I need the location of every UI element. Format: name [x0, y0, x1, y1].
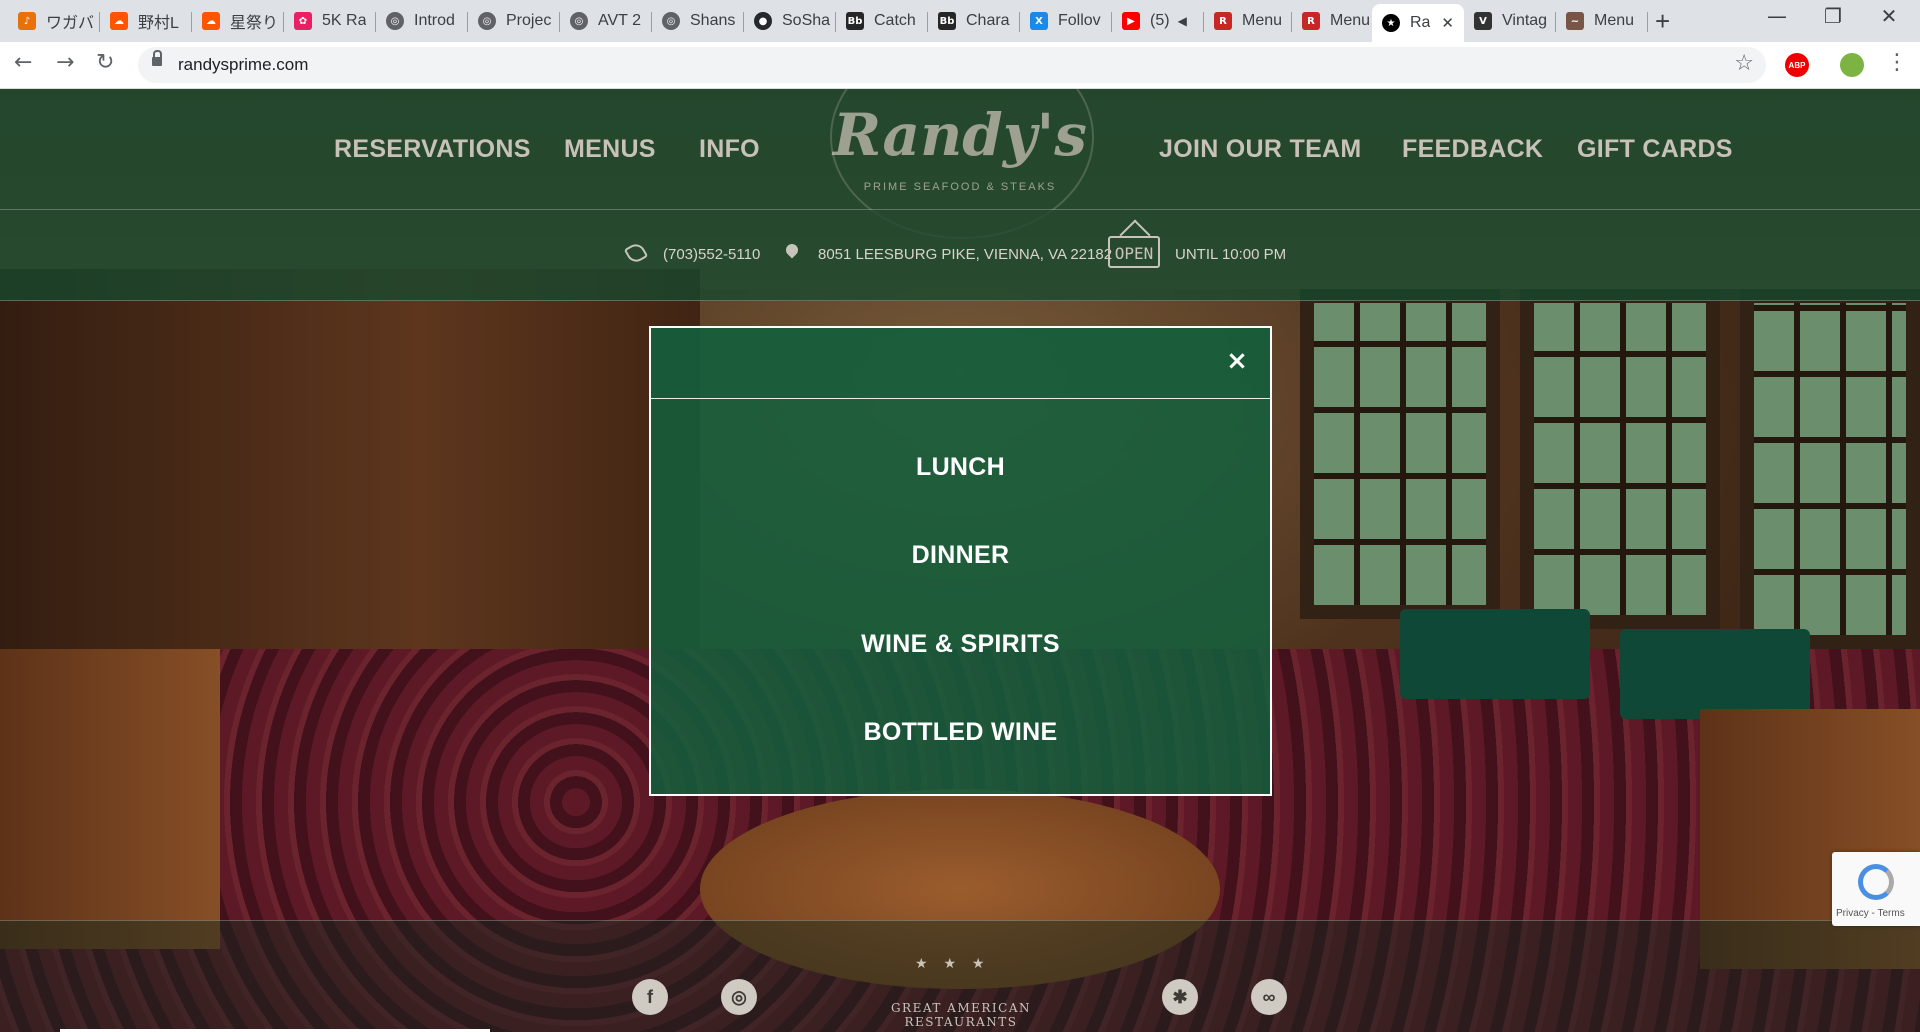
page: RESERVATIONS MENUS INFO Randy's PRIME SE…: [0, 89, 1920, 1032]
open-sign-icon: OPEN: [1108, 236, 1160, 268]
recaptcha-icon: [1858, 864, 1894, 900]
browser-tab[interactable]: X Follov: [1020, 4, 1112, 38]
address[interactable]: 8051 LEESBURG PIKE, VIENNA, VA 22182: [818, 246, 1112, 263]
browser-tab[interactable]: Bb Chara: [928, 4, 1020, 38]
github-icon: ●: [754, 12, 772, 30]
browser-tab[interactable]: ◎ Projec: [468, 4, 560, 38]
browser-tab[interactable]: ☁ 野村L: [100, 4, 192, 38]
info-bar: (703)552-5110 8051 LEESBURG PIKE, VIENNA…: [0, 210, 1920, 301]
browser-tabstrip: ♪ ワガバ ☁ 野村L ☁ 星祭り ✿ 5K Ra ◎ Introd ◎ Projec ◎ A…: [0, 0, 1920, 42]
new-tab-icon[interactable]: +: [1655, 6, 1670, 37]
facebook-icon[interactable]: f: [632, 979, 668, 1015]
maximize-icon[interactable]: ❐: [1808, 4, 1858, 28]
frog-extension-icon[interactable]: [1840, 53, 1864, 77]
reload-icon[interactable]: ↻: [96, 50, 114, 75]
menu-link-wine-spirits[interactable]: WINE & SPIRITS: [651, 630, 1270, 659]
nav-join-our-team[interactable]: JOIN OUR TEAM: [1159, 135, 1362, 164]
browser-tab[interactable]: ◎ AVT 2: [560, 4, 652, 38]
browser-tab[interactable]: ☁ 星祭り: [192, 4, 284, 38]
blackboard-icon: Bb: [938, 12, 956, 30]
close-tab-icon[interactable]: ✕: [1441, 14, 1454, 32]
browser-tab[interactable]: ▶ (5) ◀: [1112, 4, 1204, 38]
browser-tab[interactable]: ♪ ワガバ: [8, 4, 100, 38]
url-text[interactable]: randysprime.com: [178, 55, 308, 75]
instagram-icon[interactable]: ◎: [721, 979, 757, 1015]
globe-icon: ◎: [478, 12, 496, 30]
nav-reservations[interactable]: RESERVATIONS: [334, 135, 531, 164]
menu-link-bottled-wine[interactable]: BOTTLED WINE: [651, 718, 1270, 747]
restaurant-icon: R: [1214, 12, 1232, 30]
browser-tab[interactable]: ● SoSha: [744, 4, 836, 38]
vintage-icon: V: [1474, 12, 1492, 30]
youtube-icon: ▶: [1122, 12, 1140, 30]
back-icon[interactable]: ←: [14, 50, 32, 75]
soundcloud-icon: ☁: [202, 12, 220, 30]
lock-icon: [152, 50, 162, 66]
browser-tab[interactable]: ✿ 5K Ra: [284, 4, 376, 38]
restaurant-icon: R: [1302, 12, 1320, 30]
speaker-icon[interactable]: ◀: [1178, 14, 1187, 28]
x-logo-icon: X: [1030, 12, 1048, 30]
menu-kebab-icon[interactable]: ⋮: [1886, 50, 1908, 75]
browser-tab-active[interactable]: ★ Ra ✕: [1372, 4, 1464, 42]
bookmark-star-icon[interactable]: ☆: [1734, 51, 1754, 76]
blackboard-icon: Bb: [846, 12, 864, 30]
globe-icon: ◎: [662, 12, 680, 30]
browser-toolbar: ← → ↻ randysprime.com ☆ ABP ⋮: [0, 42, 1920, 89]
phone-number[interactable]: (703)552-5110: [663, 246, 760, 263]
browser-tab[interactable]: ◎ Shans: [652, 4, 744, 38]
menus-modal: × LUNCH DINNER WINE & SPIRITS BOTTLED WI…: [649, 326, 1272, 796]
menu-link-dinner[interactable]: DINNER: [651, 541, 1270, 570]
phone-icon: [623, 240, 649, 266]
menu-link-lunch[interactable]: LUNCH: [651, 453, 1270, 482]
modal-header: ×: [651, 328, 1270, 399]
globe-icon: ◎: [570, 12, 588, 30]
minimize-icon[interactable]: —: [1752, 4, 1802, 28]
stars-icon: ★ ★ ★: [915, 955, 991, 971]
recaptcha-badge[interactable]: Privacy - Terms: [1832, 852, 1920, 926]
site-header: RESERVATIONS MENUS INFO Randy's PRIME SE…: [0, 89, 1920, 239]
headphones-icon: ♪: [18, 12, 36, 30]
nav-menus[interactable]: MENUS: [564, 135, 656, 164]
browser-tab[interactable]: V Vintag: [1464, 4, 1556, 38]
browser-tab[interactable]: R Menu: [1292, 4, 1380, 38]
globe-icon: ◎: [386, 12, 404, 30]
anime-icon: ✿: [294, 12, 312, 30]
lobster-icon: ~: [1566, 12, 1584, 30]
star-circle-icon: ★: [1382, 14, 1400, 32]
hours: UNTIL 10:00 PM: [1175, 246, 1287, 263]
nav-feedback[interactable]: FEEDBACK: [1402, 135, 1543, 164]
browser-tab[interactable]: ◎ Introd: [376, 4, 468, 38]
forward-icon[interactable]: →: [56, 50, 74, 75]
tripadvisor-icon[interactable]: ∞: [1251, 979, 1287, 1015]
browser-tab[interactable]: Bb Catch: [836, 4, 928, 38]
site-logo[interactable]: Randy's PRIME SEAFOOD & STEAKS: [820, 89, 1100, 239]
soundcloud-icon: ☁: [110, 12, 128, 30]
browser-tab[interactable]: R Menu: [1204, 4, 1292, 38]
location-pin-icon: [783, 241, 801, 259]
close-window-icon[interactable]: ✕: [1864, 4, 1914, 28]
site-footer: f ◎ ★ ★ ★ GREAT AMERICAN RESTAURANTS ✱ ∞: [0, 920, 1920, 1032]
adblock-extension-icon[interactable]: ABP: [1785, 53, 1809, 77]
yelp-icon[interactable]: ✱: [1162, 979, 1198, 1015]
close-icon[interactable]: ×: [1224, 348, 1250, 374]
address-bar[interactable]: randysprime.com ☆: [138, 47, 1766, 83]
browser-tab[interactable]: ~ Menu: [1556, 4, 1648, 38]
nav-info[interactable]: INFO: [699, 135, 760, 164]
nav-gift-cards[interactable]: GIFT CARDS: [1577, 135, 1733, 164]
footer-brand: GREAT AMERICAN RESTAURANTS: [890, 1001, 1032, 1029]
